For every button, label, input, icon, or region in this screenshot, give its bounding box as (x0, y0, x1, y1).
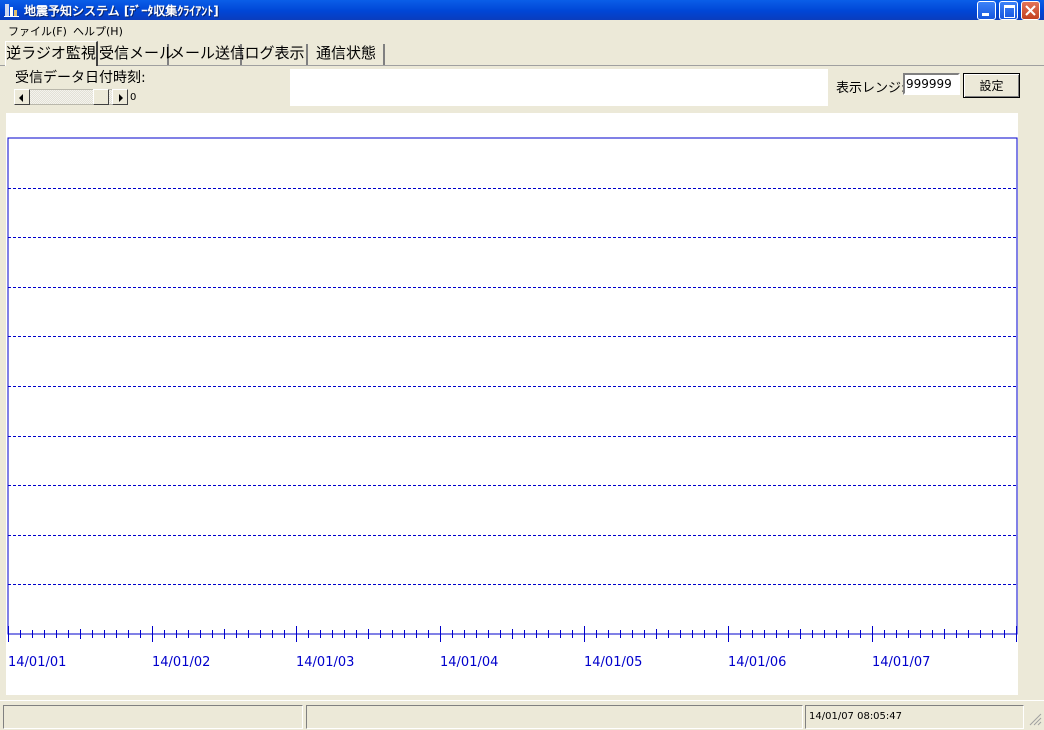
x-tick-label: 14/01/04 (440, 655, 498, 670)
display-range-input[interactable] (903, 73, 960, 95)
maximize-button[interactable] (999, 1, 1018, 20)
x-tick-label: 14/01/02 (152, 655, 210, 670)
x-tick-label: 14/01/05 (584, 655, 642, 670)
status-panel-1 (3, 705, 303, 729)
menu-bar: ファイル(F) ヘルプ(H) (0, 20, 1044, 39)
scroll-value: 0 (130, 92, 137, 103)
status-bar: 14/01/07 08:05:47 (0, 700, 1044, 730)
tab-comm-status[interactable]: 通信状態 (309, 44, 385, 65)
display-range-label: 表示レンジ: (836, 81, 906, 96)
close-button[interactable] (1021, 1, 1040, 20)
scroll-left-button[interactable] (14, 89, 30, 105)
message-display-box (290, 69, 828, 106)
window-title: 地震予知システム [ﾃﾞｰﾀ収集ｸﾗｲｱﾝﾄ] (24, 4, 219, 18)
resize-grip-icon[interactable] (1028, 712, 1042, 726)
x-tick-label: 14/01/01 (8, 655, 66, 670)
minimize-icon (982, 13, 989, 16)
tab-strip: 逆ラジオ監視 受信メール メール送信 ログ表示 通信状態 (0, 41, 1044, 66)
menu-help[interactable]: ヘルプ(H) (73, 23, 123, 39)
app-icon (4, 4, 19, 17)
received-date-label: 受信データ日付時刻: (15, 70, 146, 86)
x-tick-label: 14/01/07 (872, 655, 930, 670)
arrow-left-icon (19, 94, 23, 102)
date-scrollbar[interactable] (14, 89, 128, 105)
chart-svg: 14/01/01 14/01/02 14/01/03 14/01/04 14/01/05… (7, 137, 1018, 670)
title-bar[interactable]: 地震予知システム [ﾃﾞｰﾀ収集ｸﾗｲｱﾝﾄ] (0, 0, 1044, 20)
set-button[interactable]: 設定 (963, 73, 1020, 98)
chart-area: 14/01/01 14/01/02 14/01/03 14/01/04 14/01/05… (6, 113, 1018, 695)
scroll-right-button[interactable] (112, 89, 128, 105)
close-icon (1025, 5, 1036, 16)
status-panel-datetime: 14/01/07 08:05:47 (805, 705, 1024, 729)
scroll-thumb[interactable] (93, 89, 109, 105)
menu-file[interactable]: ファイル(F) (8, 23, 67, 39)
maximize-icon (1004, 5, 1015, 18)
status-panel-2 (306, 705, 803, 729)
tab-received-mail[interactable]: 受信メール (99, 44, 174, 65)
tab-send-mail[interactable]: メール送信 (170, 44, 245, 65)
tab-reverse-radio-monitor[interactable]: 逆ラジオ監視 (5, 41, 98, 66)
x-tick-label: 14/01/06 (728, 655, 786, 670)
x-tick-label: 14/01/03 (296, 655, 354, 670)
minimize-button[interactable] (977, 1, 996, 20)
tab-log-view[interactable]: ログ表示 (243, 44, 308, 65)
arrow-right-icon (119, 94, 123, 102)
